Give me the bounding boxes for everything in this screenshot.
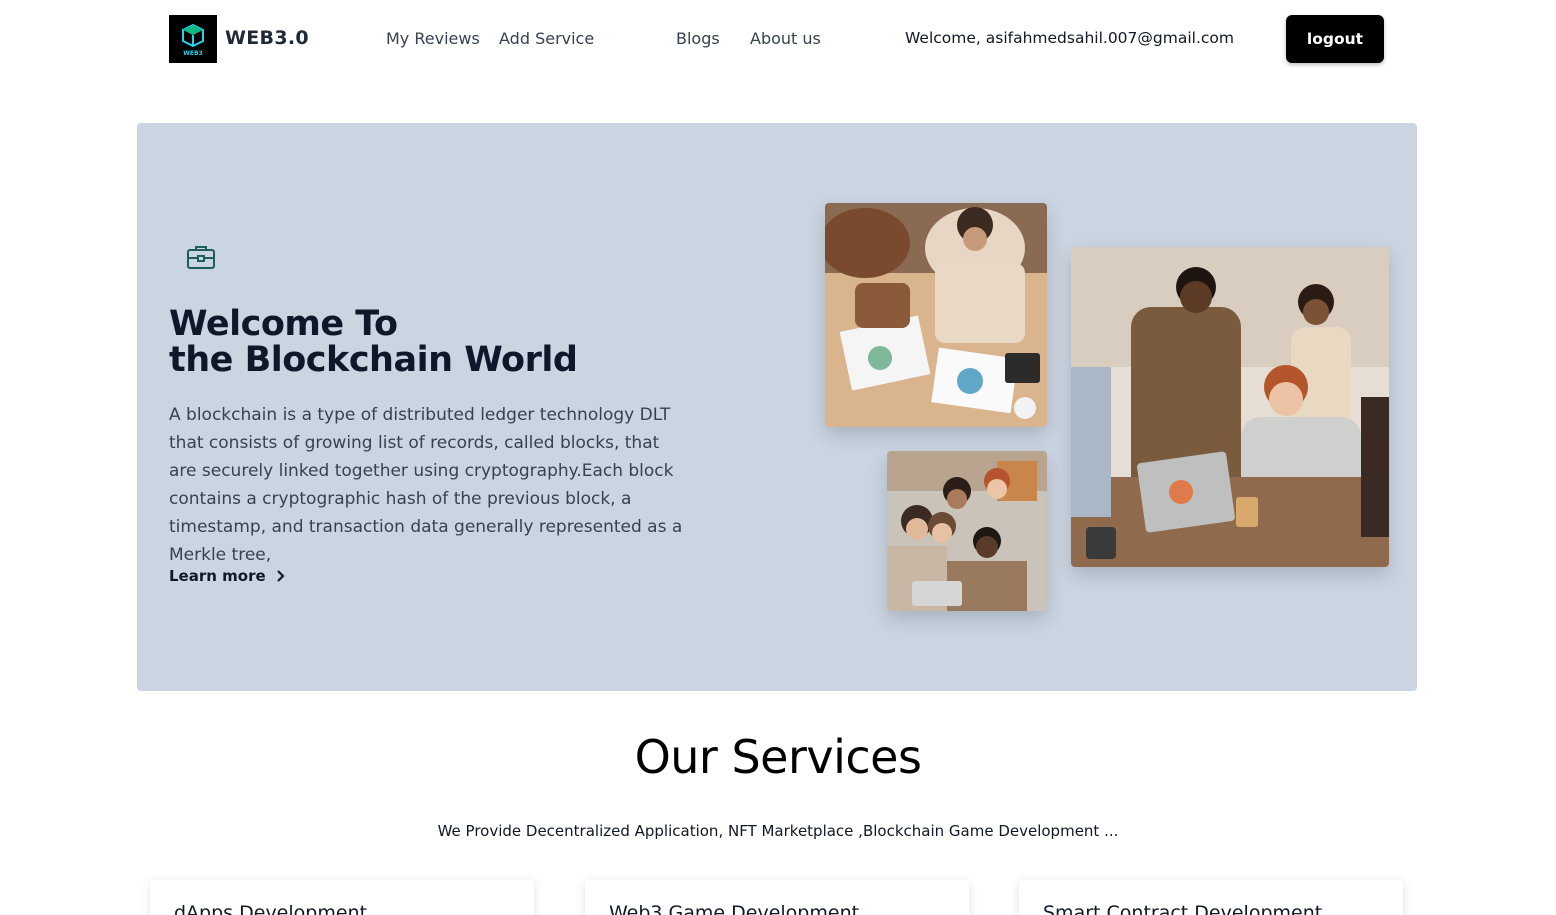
hero-section: Welcome To the Blockchain World A blockc… — [137, 123, 1417, 691]
hero-photo-team-laptop — [887, 451, 1047, 611]
logo-text: WEB3 — [183, 50, 202, 57]
welcome-user-text: Welcome, asifahmedsahil.007@gmail.com — [905, 29, 1234, 47]
nav-about-us[interactable]: About us — [750, 29, 821, 48]
hero-description: A blockchain is a type of distributed le… — [169, 405, 683, 565]
service-card-web3-game[interactable]: Web3 Game Development — [585, 880, 969, 915]
learn-more-link[interactable]: Learn more — [169, 567, 286, 585]
service-card-title: Web3 Game Development — [609, 902, 860, 915]
hero-photo-office-meeting — [1071, 247, 1389, 567]
brand-name[interactable]: WEB3.0 — [225, 27, 309, 49]
service-card-title: dApps Development — [174, 902, 368, 915]
chevron-right-icon — [276, 570, 285, 582]
hero-title-line1: Welcome To — [169, 304, 398, 344]
briefcase-icon — [185, 241, 217, 273]
nav-my-reviews[interactable]: My Reviews — [386, 29, 480, 48]
service-card-smart-contract[interactable]: Smart Contract Development — [1019, 880, 1403, 915]
cube-logo-icon: WEB3 — [182, 23, 204, 57]
top-navbar: WEB3 WEB3.0 My Reviews Add Service Blogs… — [0, 0, 1556, 80]
hero-title-line2: the Blockchain World — [169, 340, 578, 380]
services-subtitle: We Provide Decentralized Application, NF… — [437, 822, 1119, 840]
hero-photo-team-desk — [825, 203, 1047, 427]
services-title: Our Services — [634, 730, 922, 784]
hero-title: Welcome To the Blockchain World — [169, 304, 578, 380]
service-card-title: Smart Contract Development — [1043, 902, 1323, 915]
logout-button[interactable]: logout — [1286, 15, 1384, 63]
brand-logo[interactable]: WEB3 — [169, 15, 217, 63]
nav-add-service[interactable]: Add Service — [499, 29, 594, 48]
service-card-dapps[interactable]: dApps Development — [150, 880, 534, 915]
learn-more-label: Learn more — [169, 567, 266, 585]
nav-blogs[interactable]: Blogs — [676, 29, 720, 48]
